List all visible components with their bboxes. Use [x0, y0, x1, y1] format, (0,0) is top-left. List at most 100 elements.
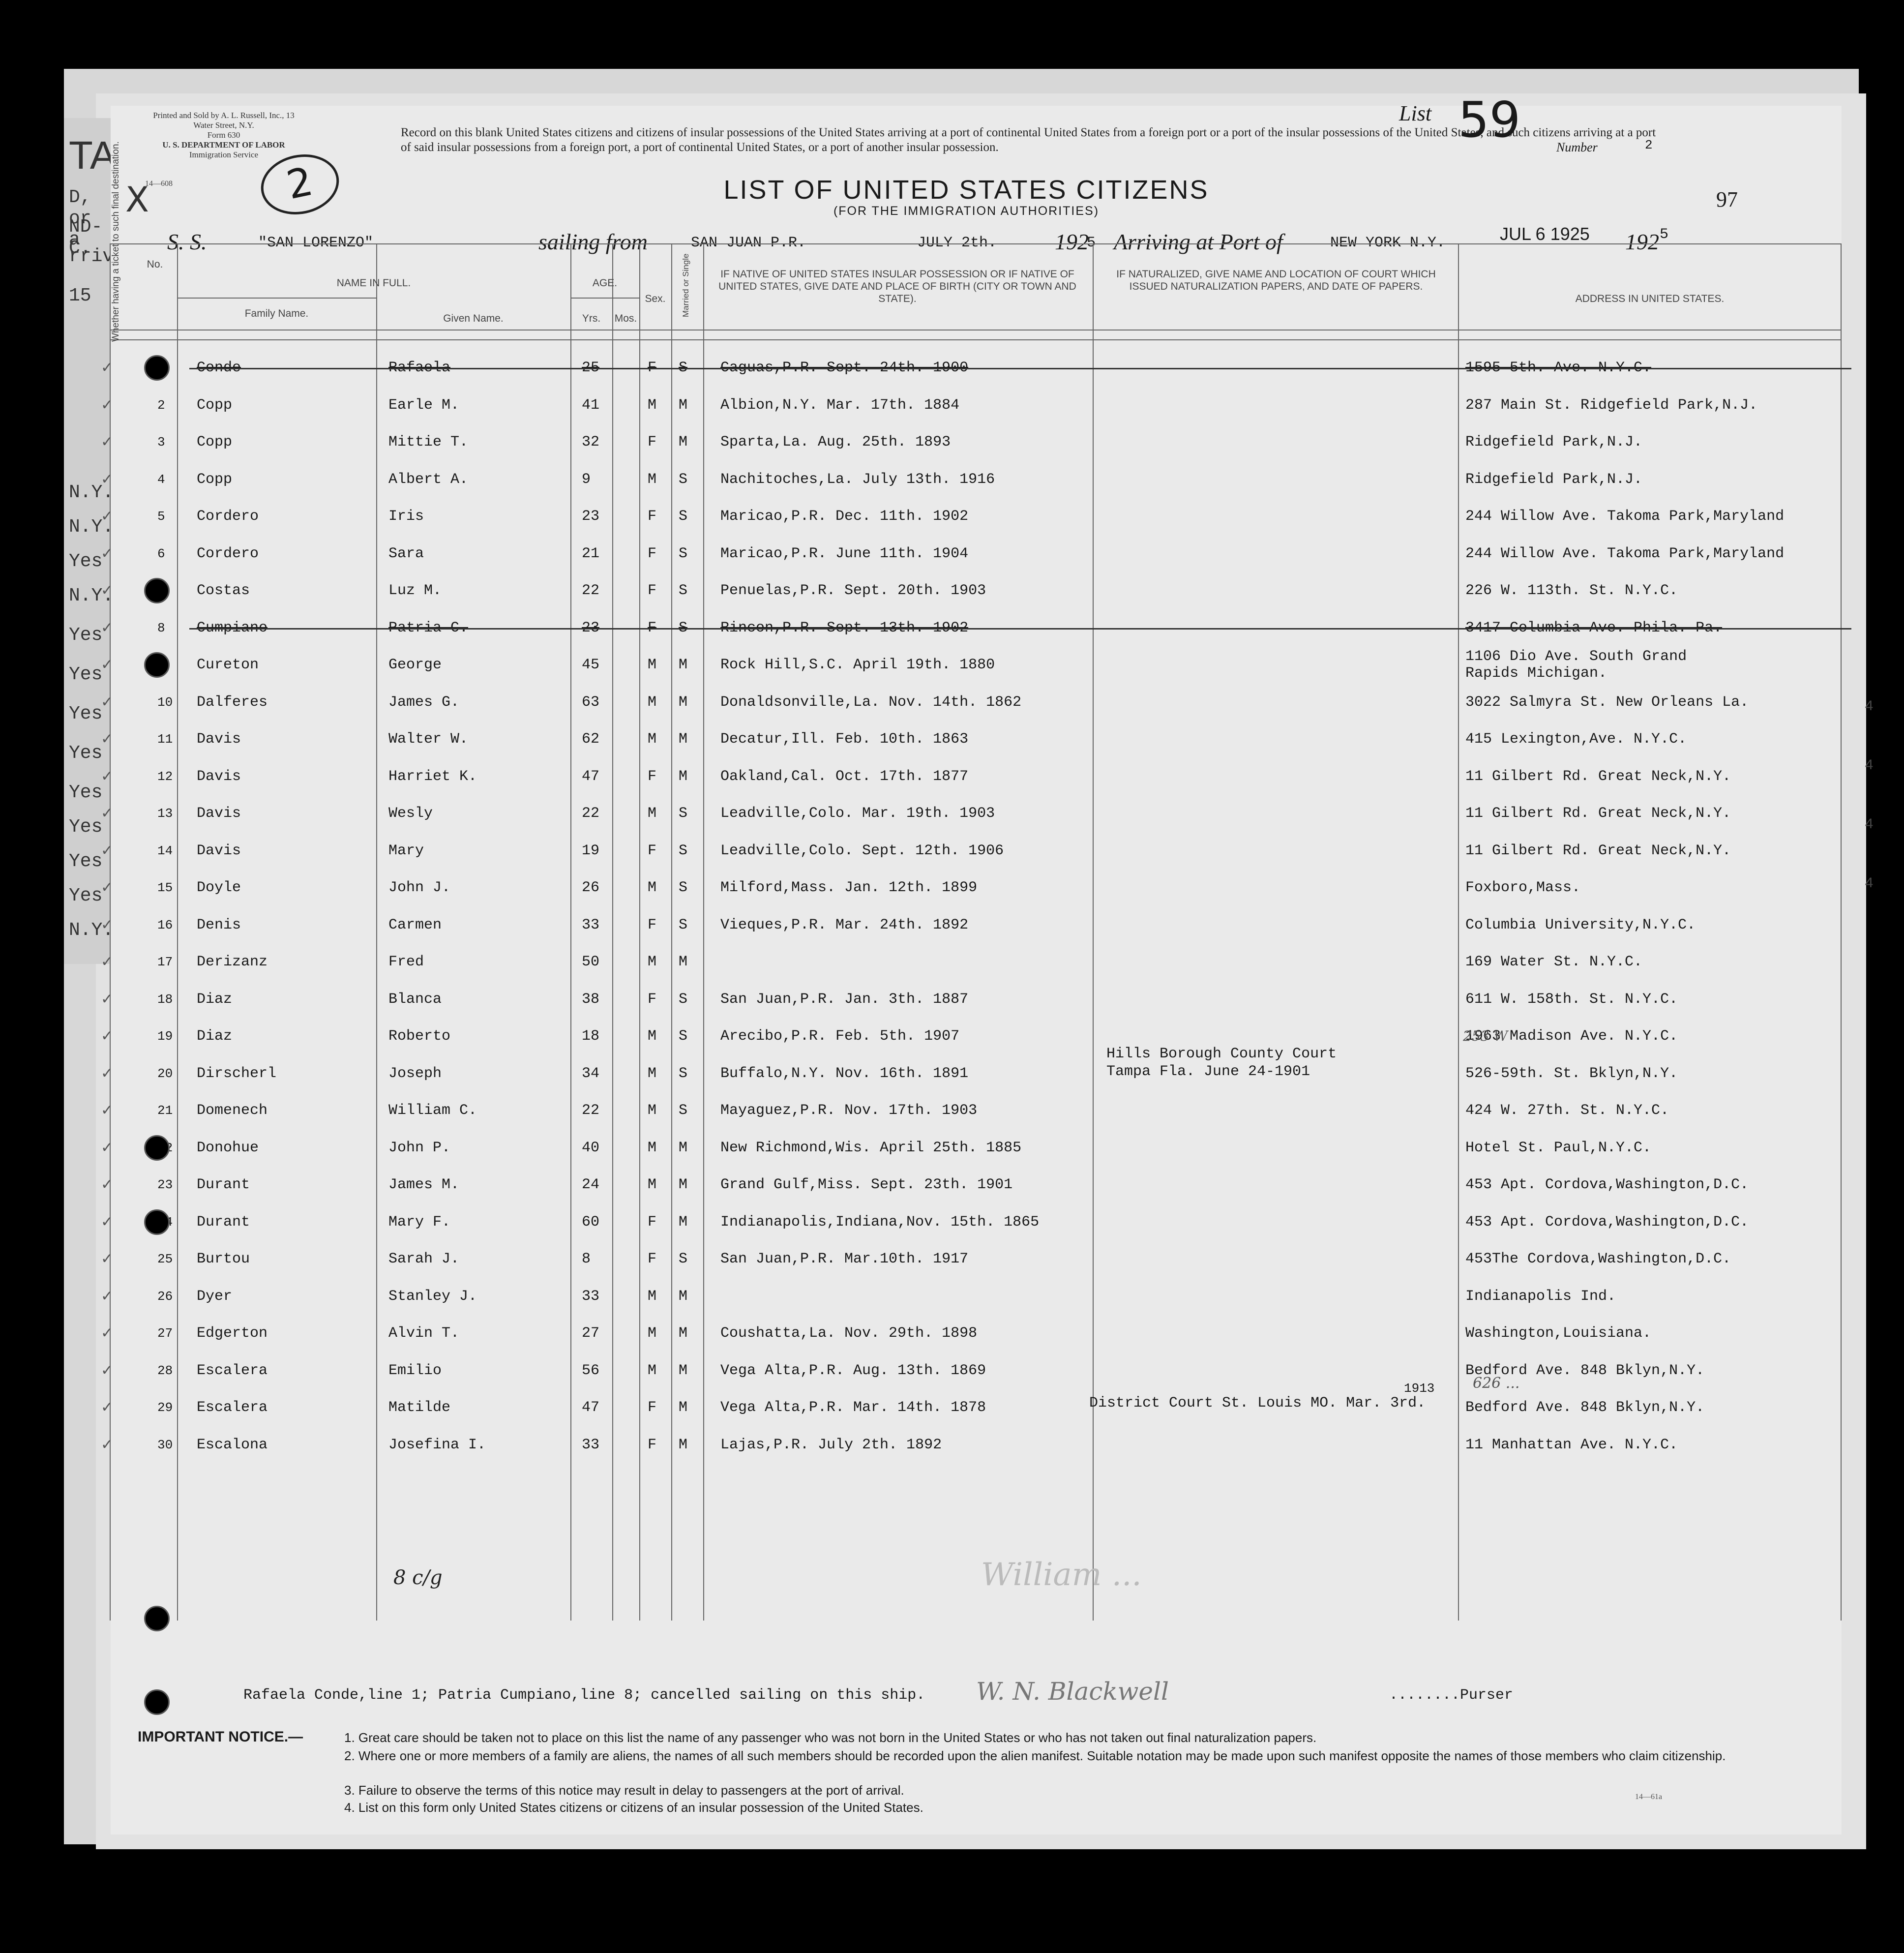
- check-mark-icon: ✓: [101, 1324, 114, 1342]
- sex: M: [648, 954, 657, 970]
- check-mark-icon: ✓: [101, 1027, 114, 1045]
- printer-info: Printed and Sold by A. L. Russell, Inc.,…: [145, 111, 302, 160]
- given-name: Walter W.: [388, 731, 469, 748]
- punch-hole-icon: [144, 1135, 170, 1161]
- table-row: 20 Dirscherl Joseph 34 M S Buffalo,N.Y. Nov. 1…: [101, 1055, 1842, 1092]
- sex: F: [648, 842, 657, 859]
- birth-place-date: Sparta,La. Aug. 25th. 1893: [720, 434, 951, 451]
- family-name: Davis: [197, 731, 241, 748]
- sex: M: [648, 1325, 657, 1342]
- row-number: 27: [157, 1326, 173, 1341]
- passenger-table: No. Whether having a ticket to such fina…: [101, 141, 1851, 1715]
- table-row: 17 Derizanz Fred 50 M M 169 Water St. N.Y.C. ✓: [101, 943, 1842, 981]
- check-mark-icon: ✓: [101, 396, 114, 414]
- department-label: U. S. DEPARTMENT OF LABOR: [162, 140, 285, 150]
- marital-status: S: [679, 508, 688, 525]
- left-page-fragments: TA D, or a ND-C. rrivi 15 N.Y. N.Y. Yes N.Y. Yes Y…: [64, 118, 125, 964]
- marital-status: S: [679, 1251, 688, 1267]
- table-row: 16 Denis Carmen 33 F S Vieques,P.R. Mar. 24th.…: [101, 906, 1842, 944]
- birth-place-date: Vega Alta,P.R. Mar. 14th. 1878: [720, 1399, 986, 1416]
- marital-status: M: [679, 1213, 688, 1231]
- us-address: 453 Apt. Cordova,Washington,D.C.: [1465, 1176, 1749, 1193]
- important-notice-label: IMPORTANT NOTICE.—: [138, 1729, 303, 1745]
- family-name: Escalona: [197, 1436, 268, 1453]
- birth-place-date: Decatur,Ill. Feb. 10th. 1863: [720, 731, 969, 748]
- naturalization-line-2: Tampa Fla. June 24-1901: [1106, 1063, 1310, 1080]
- table-row: 6 Cordero Sara 21 F S Maricao,P.R. June 11th. …: [101, 535, 1842, 572]
- age-years: 38: [582, 991, 600, 1008]
- us-address: 415 Lexington,Ave. N.Y.C.: [1465, 731, 1687, 748]
- birth-place-date: Leadville,Colo. Mar. 19th. 1903: [720, 805, 995, 822]
- given-name: Iris: [388, 508, 424, 525]
- marital-status: M: [679, 1176, 688, 1193]
- us-address: 244 Willow Ave. Takoma Park,Maryland: [1465, 508, 1785, 525]
- given-name: Mary: [388, 842, 424, 859]
- check-mark-icon: ✓: [101, 582, 114, 599]
- left-fragment-text: Yes: [69, 816, 103, 838]
- birth-place-date: San Juan,P.R. Jan. 3th. 1887: [720, 991, 969, 1008]
- family-name: Escalera: [197, 1399, 268, 1416]
- family-name: Durant: [197, 1176, 250, 1193]
- table-row: 28 Escalera Emilio 56 M M Vega Alta,P.R. Aug. …: [101, 1352, 1842, 1389]
- family-name: Edgerton: [197, 1325, 268, 1342]
- row-number: 15: [157, 880, 173, 895]
- check-mark-icon: ✓: [101, 953, 114, 970]
- family-name: Costas: [197, 582, 250, 599]
- birth-place-date: Coushatta,La. Nov. 29th. 1898: [720, 1325, 978, 1342]
- sex: M: [648, 471, 657, 488]
- arrival-year-suffix: 5: [1660, 226, 1669, 243]
- table-row: 4 Copp Albert A. 9 M S Nachitoches,La. July 13…: [101, 461, 1842, 498]
- us-address: 611 W. 158th. St. N.Y.C.: [1465, 991, 1678, 1008]
- birth-place-date: Mayaguez,P.R. Nov. 17th. 1903: [720, 1102, 978, 1119]
- row-number: 29: [157, 1400, 173, 1415]
- birth-place-date: Vega Alta,P.R. Aug. 13th. 1869: [720, 1362, 986, 1379]
- given-name: Roberto: [388, 1028, 451, 1045]
- family-name: Cordero: [197, 508, 259, 525]
- family-name: Escalera: [197, 1362, 268, 1379]
- marital-status: S: [679, 879, 688, 896]
- family-name: Davis: [197, 842, 241, 859]
- us-address: Hotel St. Paul,N.Y.C.: [1465, 1139, 1652, 1156]
- list-number: 59: [1458, 91, 1521, 149]
- family-name: Cordero: [197, 545, 259, 562]
- service-label: Immigration Service: [189, 150, 259, 159]
- page-title: LIST OF UNITED STATES CITIZENS: [723, 175, 1209, 205]
- birth-place-date: Maricao,P.R. June 11th. 1904: [720, 545, 969, 562]
- row-number: 18: [157, 992, 173, 1007]
- row-number: 2: [157, 397, 165, 413]
- given-name: James M.: [388, 1176, 460, 1193]
- naturalization-court-26: District Court St. Louis MO. Mar. 3rd.: [1089, 1395, 1426, 1412]
- right-fragment-text: 4: [1865, 875, 1874, 892]
- notice-2: 2. Where one or more members of a family…: [344, 1748, 1726, 1763]
- check-mark-icon: ✓: [101, 544, 114, 562]
- naturalization-court-17: Hills Borough County Court Tampa Fla. Ju…: [1106, 1045, 1337, 1081]
- sex: M: [648, 1139, 657, 1156]
- check-mark-icon: ✓: [101, 1250, 114, 1267]
- age-years: 33: [582, 1288, 600, 1305]
- form-number: Form 630: [207, 130, 240, 140]
- sex: F: [648, 1251, 657, 1267]
- us-address: Columbia University,N.Y.C.: [1465, 916, 1696, 933]
- marital-status: S: [679, 582, 688, 599]
- family-name: Durant: [197, 1213, 250, 1231]
- marital-status: S: [679, 991, 688, 1008]
- table-row: 8CumpianoPatria C.23FSRincon,P.R. Sept. …: [101, 609, 1851, 647]
- birth-place-date: Rock Hill,S.C. April 19th. 1880: [720, 657, 995, 673]
- sex: F: [648, 991, 657, 1008]
- punch-hole-icon: [144, 1209, 170, 1235]
- family-name: Copp: [197, 434, 233, 451]
- printer-text: Printed and Sold by A. L. Russell, Inc.,…: [153, 111, 295, 130]
- us-address: 169 Water St. N.Y.C.: [1465, 954, 1643, 970]
- birth-place-date: Buffalo,N.Y. Nov. 16th. 1891: [720, 1065, 969, 1082]
- marital-status: M: [679, 1436, 688, 1453]
- sex: F: [648, 768, 657, 785]
- sex: M: [648, 1362, 657, 1379]
- header-given-name: Given Name.: [443, 313, 504, 324]
- sex: F: [648, 545, 657, 562]
- given-name: Mary F.: [388, 1213, 451, 1231]
- left-fragment-text: TA: [69, 133, 117, 177]
- notice-3: 3. Failure to observe the terms of this …: [344, 1783, 904, 1798]
- given-name: Mittie T.: [388, 434, 469, 451]
- birth-place-date: Lajas,P.R. July 2th. 1892: [720, 1436, 942, 1453]
- naturalization-line-1: Hills Borough County Court: [1106, 1046, 1337, 1062]
